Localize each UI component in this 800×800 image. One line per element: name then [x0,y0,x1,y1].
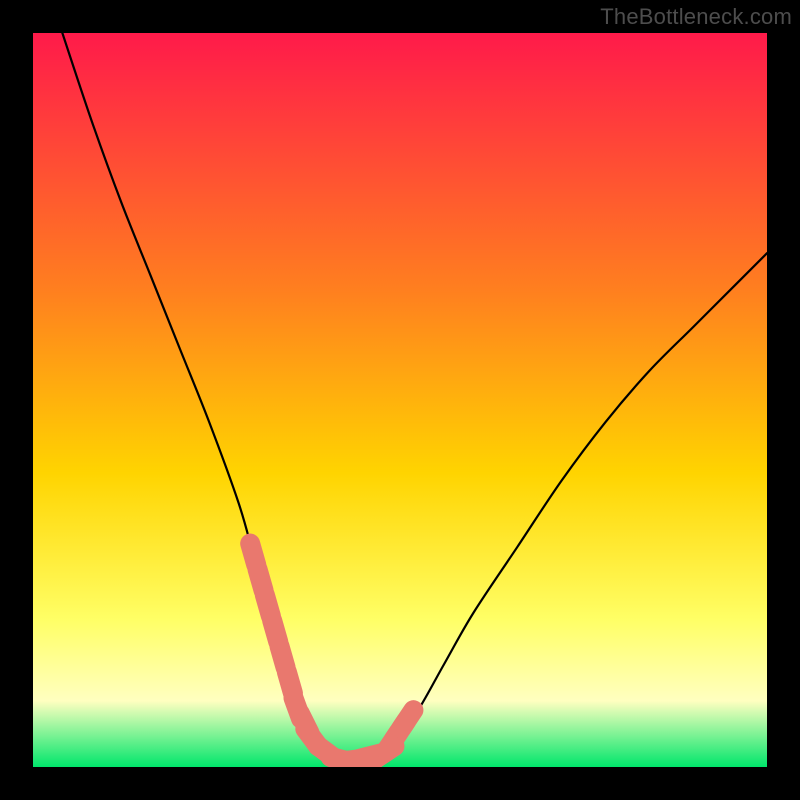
chart-frame: TheBottleneck.com [0,0,800,800]
highlight-marker [401,710,413,728]
watermark-text: TheBottleneck.com [600,4,792,30]
gradient-background [33,33,767,767]
chart-svg [33,33,767,767]
plot-area [33,33,767,767]
